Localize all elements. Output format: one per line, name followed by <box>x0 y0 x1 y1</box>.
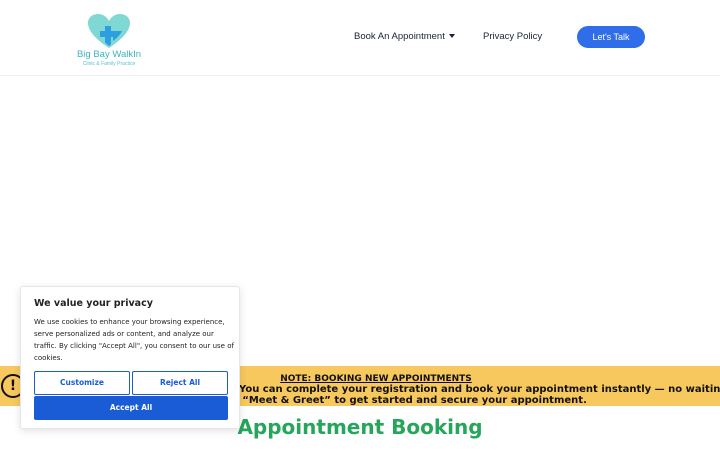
nav-privacy-policy[interactable]: Privacy Policy <box>483 31 542 42</box>
cookie-description: We use cookies to enhance your browsing … <box>34 318 234 362</box>
cookie-consent-dialog: We value your privacy We use cookies to … <box>20 286 240 429</box>
note-text-line-1: You can complete your registration and b… <box>239 384 720 395</box>
logo-subtitle: Clinic & Family Practice <box>82 61 136 67</box>
nav-book-appointment[interactable]: Book An Appointment <box>354 31 455 42</box>
site-header: Big Bay WalkIn Clinic & Family Practice … <box>0 0 720 76</box>
heart-cross-icon <box>88 14 130 48</box>
nav-book-label: Book An Appointment <box>354 31 445 42</box>
site-logo[interactable]: Big Bay WalkIn Clinic & Family Practice <box>72 14 146 70</box>
accept-all-button[interactable]: Accept All <box>34 396 228 420</box>
customize-button[interactable]: Customize <box>34 371 130 395</box>
reject-all-button[interactable]: Reject All <box>132 371 228 395</box>
lets-talk-button[interactable]: Let's Talk <box>577 26 645 48</box>
logo-title: Big Bay WalkIn <box>76 49 142 60</box>
cookie-title: We value your privacy <box>34 298 153 309</box>
note-text-line-2: t “Meet & Greet” to get started and secu… <box>234 395 587 406</box>
caret-down-icon <box>448 34 455 38</box>
